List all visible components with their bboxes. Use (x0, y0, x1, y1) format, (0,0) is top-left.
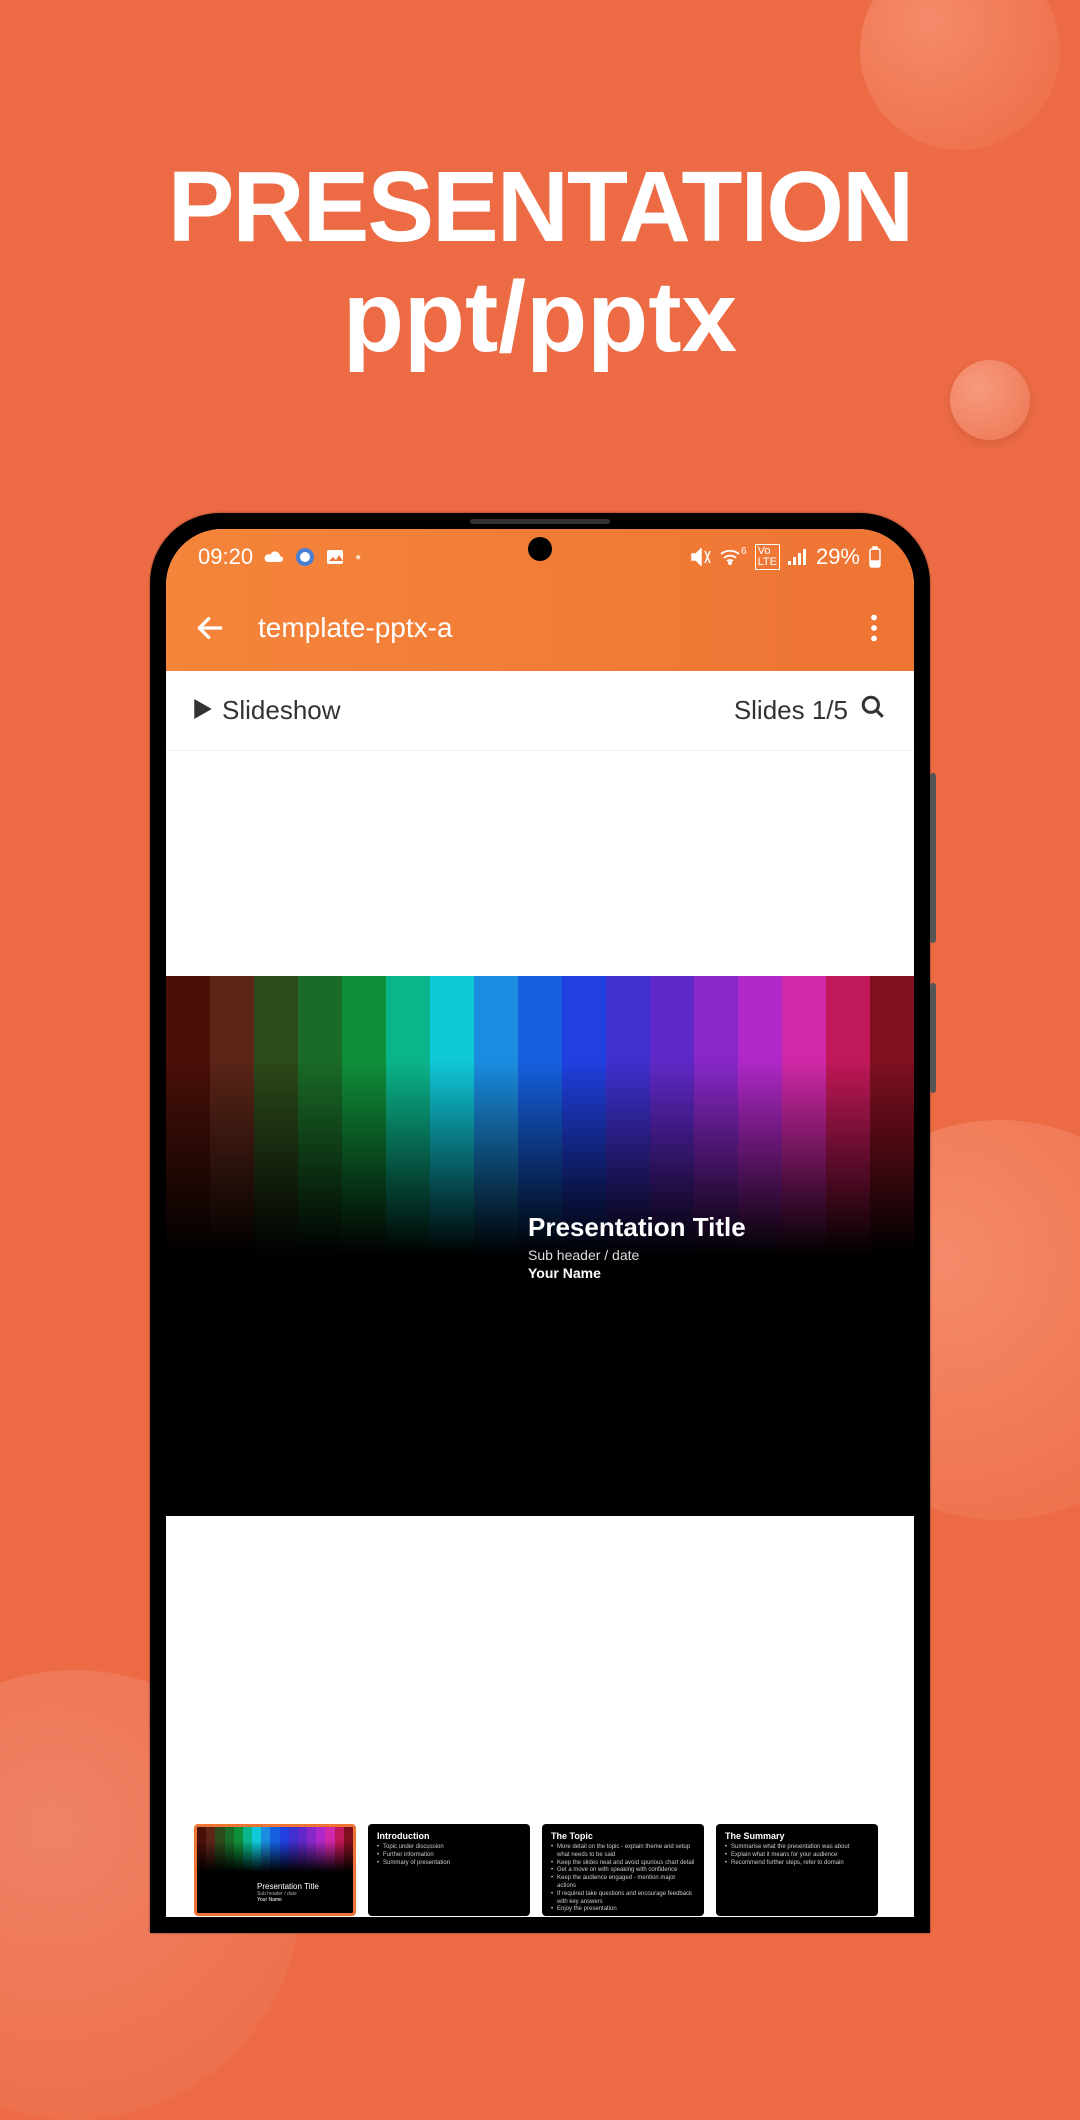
content-area: Presentation Title Sub header / date You… (166, 751, 914, 1916)
slides-info: Slides 1/5 (734, 694, 886, 727)
phone-camera (528, 537, 552, 561)
play-icon (194, 695, 212, 726)
back-button[interactable] (194, 612, 226, 644)
app-icon (295, 547, 315, 567)
slide-title: Presentation Title (528, 1212, 746, 1243)
slide-text-block: Presentation Title Sub header / date You… (528, 1212, 746, 1281)
slides-count: Slides 1/5 (734, 695, 848, 726)
volte-icon: VoLTE (755, 544, 780, 570)
battery-percent: 29% (816, 544, 860, 570)
phone-screen: 09:20 ● 6 VoLTE (166, 529, 914, 1917)
promo-line1: PRESENTATION (0, 150, 1080, 265)
signal-icon (788, 549, 808, 565)
slideshow-label: Slideshow (222, 695, 341, 726)
slide-thumb-3[interactable]: The TopicMore detail on the topic - expl… (542, 1824, 704, 1916)
dot-icon: ● (355, 552, 361, 563)
search-button[interactable] (860, 694, 886, 727)
bg-decoration (860, 0, 1060, 150)
menu-button[interactable] (862, 606, 886, 650)
phone-frame: 09:20 ● 6 VoLTE (150, 513, 930, 1933)
status-time: 09:20 (198, 544, 253, 570)
mute-icon (691, 548, 711, 566)
slide-thumb-2[interactable]: IntroductionTopic under discussionFurthe… (368, 1824, 530, 1916)
picture-icon (325, 547, 345, 567)
promo-heading: PRESENTATION ppt/pptx (0, 150, 1080, 375)
slide-thumb-4[interactable]: The SummarySummarise what the presentati… (716, 1824, 878, 1916)
main-slide[interactable]: Presentation Title Sub header / date You… (166, 976, 914, 1516)
slide-author: Your Name (528, 1265, 746, 1281)
phone-power-button (930, 983, 936, 1093)
toolbar: Slideshow Slides 1/5 (166, 671, 914, 751)
thumbs-strip[interactable]: Presentation TitleSub header / dateYour … (166, 1824, 906, 1916)
battery-icon (868, 546, 882, 568)
phone-volume-button (930, 773, 936, 943)
appbar-title: template-pptx-a (258, 612, 830, 644)
cloud-icon (263, 549, 285, 565)
thumbs-area: Presentation TitleSub header / dateYour … (166, 1516, 914, 1916)
slide-padding-top (166, 751, 914, 976)
slide-subheader: Sub header / date (528, 1247, 746, 1263)
slide-thumb-1[interactable]: Presentation TitleSub header / dateYour … (194, 1824, 356, 1916)
promo-line2: ppt/pptx (0, 260, 1080, 375)
appbar: template-pptx-a (166, 585, 914, 671)
phone-speaker (470, 519, 610, 524)
wifi-icon: 6 (719, 549, 747, 565)
slideshow-button[interactable]: Slideshow (194, 695, 341, 726)
